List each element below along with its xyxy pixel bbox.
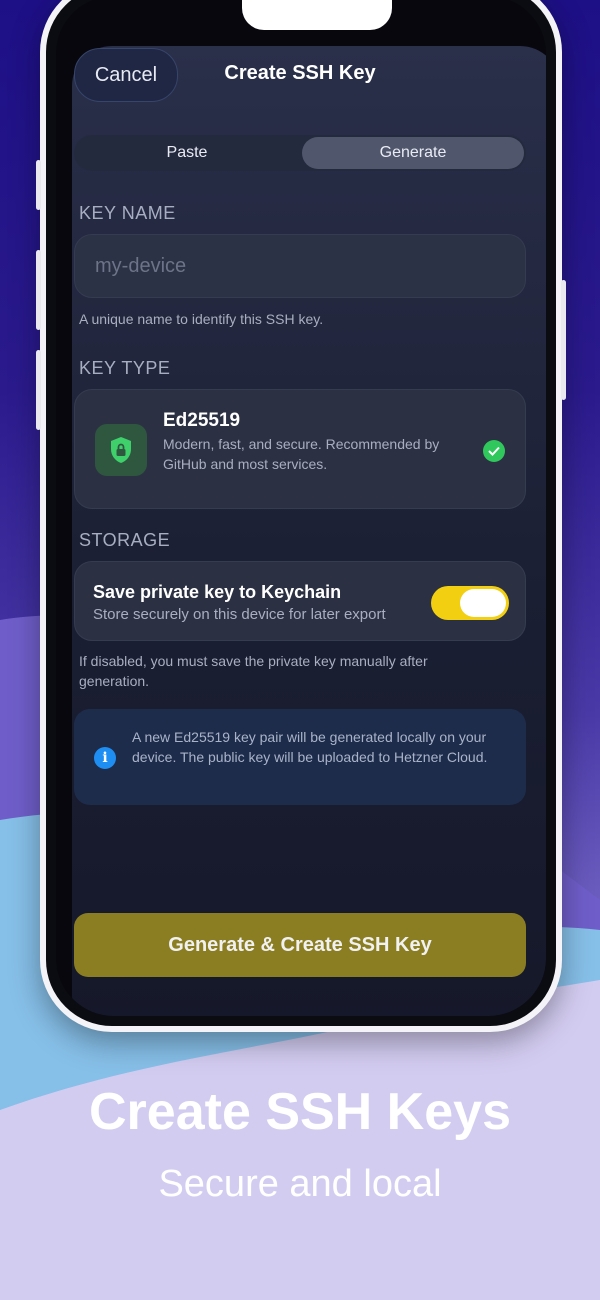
segment-paste[interactable]: Paste (76, 137, 298, 169)
checkmark-circle-icon (483, 440, 505, 462)
shield-lock-icon (95, 424, 147, 476)
key-type-description: Modern, fast, and secure. Recommended by… (163, 436, 440, 472)
section-label-key-name: KEY NAME (79, 203, 176, 223)
key-name-help: A unique name to identify this SSH key. (79, 311, 324, 327)
phone-side-button (36, 250, 41, 330)
key-name-field[interactable] (74, 234, 526, 298)
info-banner: i A new Ed25519 key pair will be generat… (74, 709, 526, 805)
phone-side-button (561, 280, 566, 400)
info-text: A new Ed25519 key pair will be generated… (132, 729, 488, 765)
storage-help: If disabled, you must save the private k… (79, 653, 428, 689)
key-type-name: Ed25519 (163, 410, 241, 431)
segment-generate[interactable]: Generate (302, 137, 524, 169)
promo-title: Create SSH Keys (89, 1083, 511, 1141)
generate-create-ssh-key-button[interactable]: Generate & Create SSH Key (74, 913, 526, 977)
sheet-title: Create SSH Key (224, 62, 376, 84)
keychain-setting-row: Save private key to Keychain Store secur… (74, 561, 526, 641)
mode-segmented-control: Paste Generate (74, 135, 526, 171)
dynamic-island (242, 0, 392, 30)
keychain-toggle[interactable] (431, 586, 509, 620)
section-label-key-type: KEY TYPE (79, 358, 171, 378)
phone-side-button (36, 350, 41, 430)
phone-side-button (36, 160, 41, 210)
toggle-knob (460, 589, 506, 617)
key-name-input[interactable] (93, 253, 525, 279)
section-label-storage: STORAGE (79, 530, 171, 550)
keychain-setting-title: Save private key to Keychain (93, 582, 342, 602)
promo-subtitle: Secure and local (158, 1163, 442, 1205)
key-type-option[interactable]: Ed25519 Modern, fast, and secure. Recomm… (74, 389, 526, 509)
info-icon: i (94, 747, 116, 769)
keychain-setting-subtitle: Store securely on this device for later … (93, 606, 386, 623)
